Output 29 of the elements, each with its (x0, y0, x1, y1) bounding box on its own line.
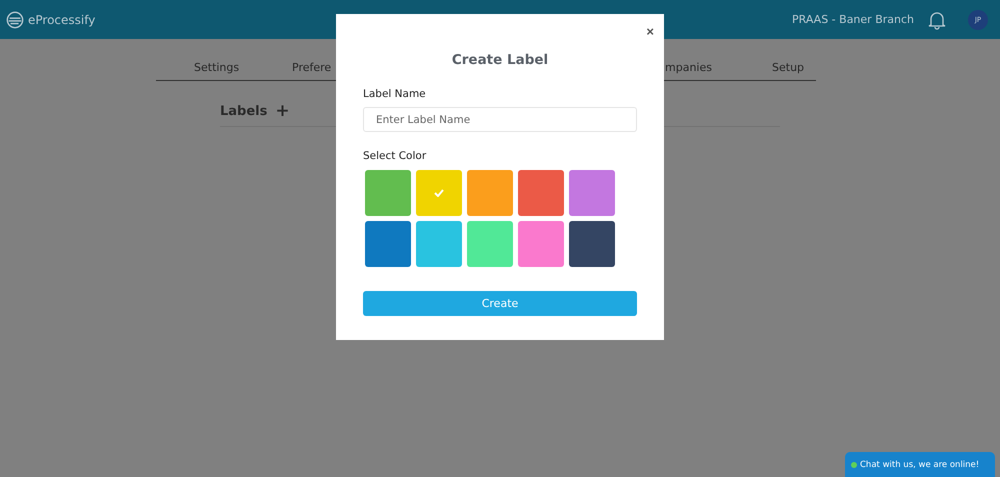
chat-text: Chat with us, we are online! (860, 460, 980, 470)
settings-tab[interactable]: mpanies (665, 61, 712, 74)
logo-text: eProcessify (28, 12, 96, 26)
color-swatch[interactable] (416, 221, 462, 267)
chat-widget[interactable]: Chat with us, we are online! (845, 452, 995, 477)
settings-tab[interactable]: Prefere (292, 61, 332, 74)
color-swatch[interactable] (365, 221, 411, 267)
bell-icon[interactable] (928, 10, 946, 30)
close-button[interactable]: × (646, 24, 654, 39)
color-swatch[interactable] (569, 221, 615, 267)
color-swatch[interactable] (467, 170, 513, 216)
color-swatch[interactable] (569, 170, 615, 216)
color-swatch[interactable] (518, 221, 564, 267)
field-label: Select Color (363, 150, 428, 162)
settings-tab[interactable]: Settings (194, 61, 240, 74)
logo-icon (6, 10, 24, 28)
settings-tab[interactable]: Setup (772, 61, 804, 74)
color-swatch[interactable] (416, 170, 462, 216)
field-label: Label Name (363, 88, 427, 100)
color-swatch[interactable] (518, 170, 564, 216)
color-swatch[interactable] (467, 221, 513, 267)
add-label-button[interactable]: + (275, 103, 290, 120)
check-icon (434, 189, 444, 197)
branch-name[interactable]: PRAAS - Baner Branch (792, 13, 914, 26)
create-button[interactable]: Create (363, 291, 637, 316)
color-swatch[interactable] (365, 170, 411, 216)
label-name-field[interactable]: Enter Label Name (363, 107, 637, 132)
dialog-title: Create Label (450, 52, 550, 68)
section-title: Labels (220, 104, 268, 119)
